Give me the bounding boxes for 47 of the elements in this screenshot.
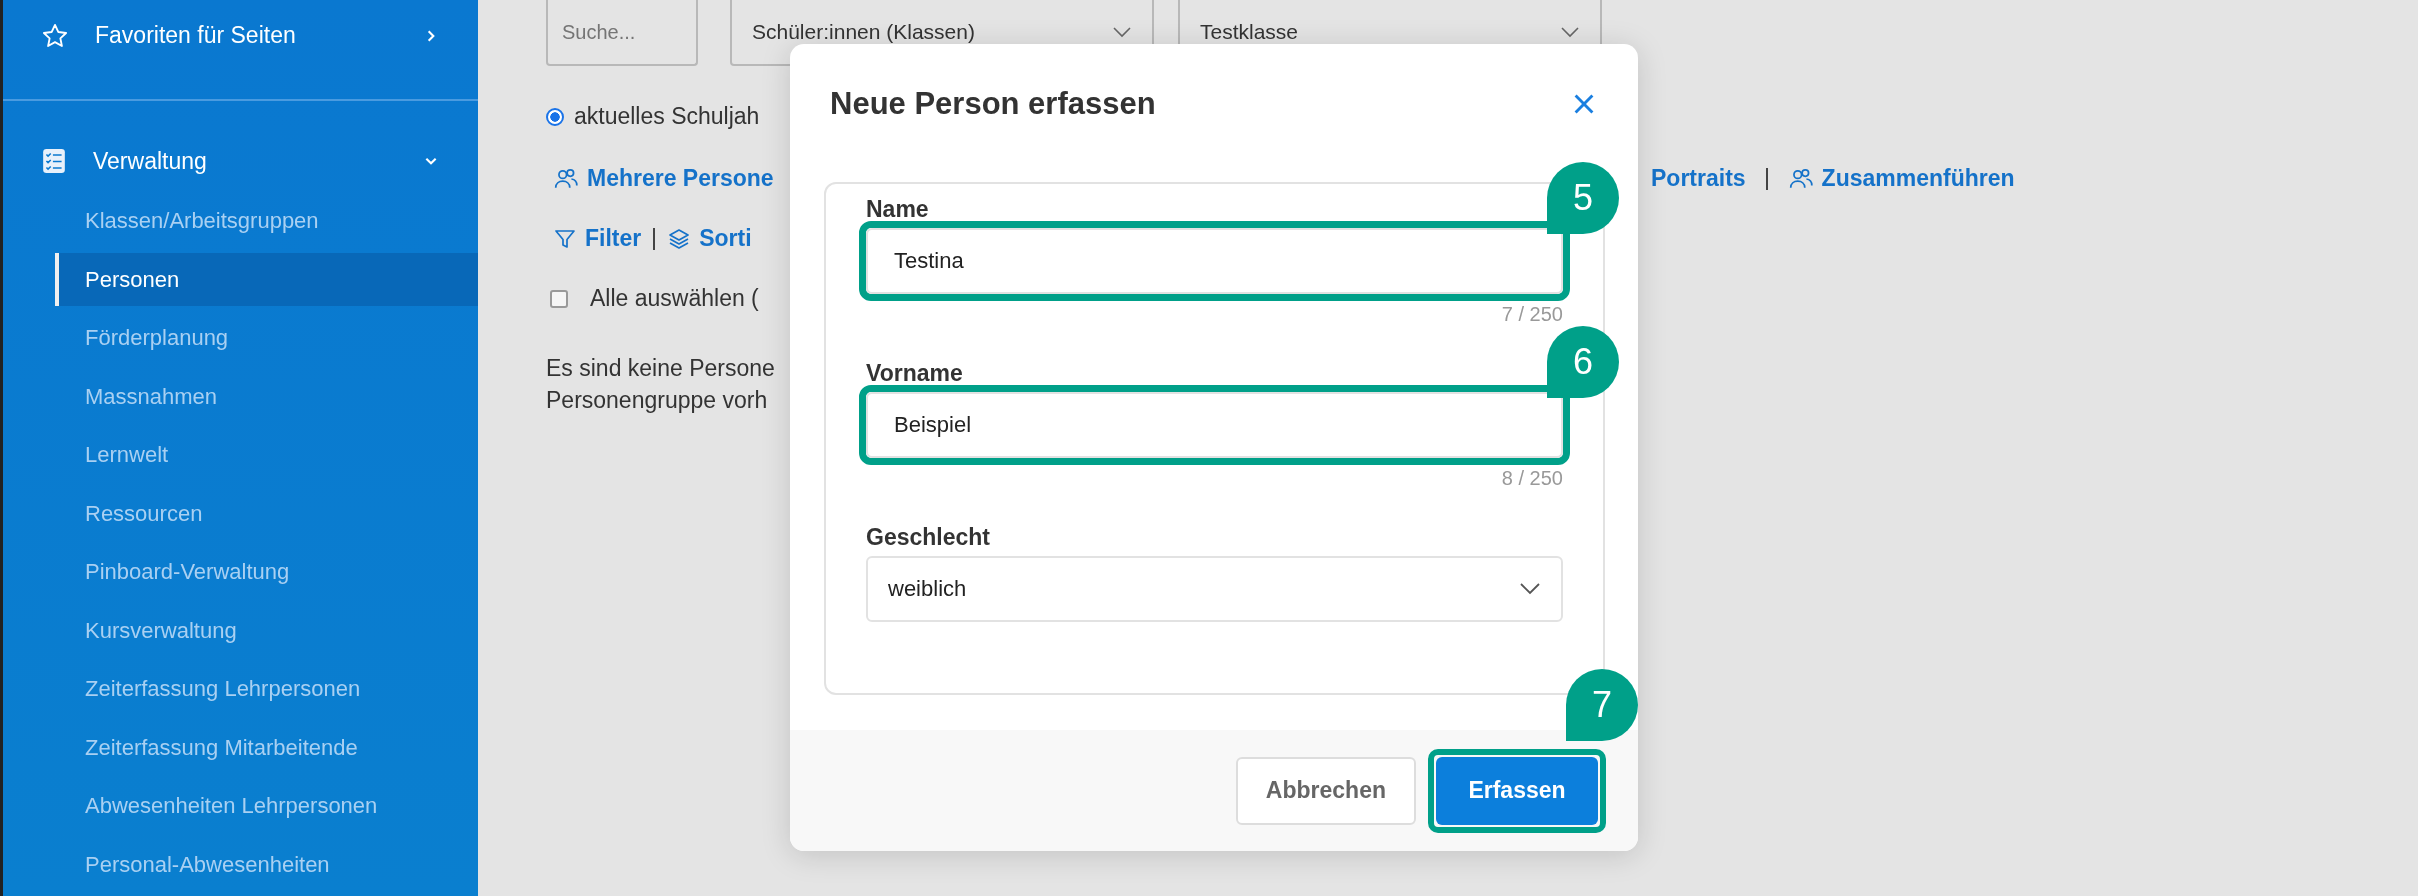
sidebar-group[interactable]: Verwaltung — [3, 136, 478, 186]
checkbox-label: Alle auswählen ( — [590, 285, 759, 312]
char-counter: 8 / 250 — [1501, 467, 1563, 490]
search-field[interactable]: Suche... — [546, 0, 698, 66]
sidebar-item[interactable]: Abwesenheiten Lehrpersonen — [55, 779, 478, 832]
layers-icon — [667, 226, 692, 251]
step-callout: 6 — [1547, 326, 1619, 398]
sidebar-item[interactable]: Pinboard-Verwaltung — [55, 545, 478, 598]
char-counter: 7 / 250 — [1501, 303, 1563, 326]
chevron-down-icon — [1112, 26, 1132, 38]
sidebar-group[interactable]: Favoriten für Seiten — [3, 11, 478, 61]
close-icon[interactable] — [1572, 92, 1596, 116]
input-field[interactable]: Beispiel — [866, 392, 1563, 458]
sidebar-item[interactable]: Massnahmen — [55, 369, 478, 423]
sidebar-item[interactable]: Zeiterfassung Mitarbeitende — [55, 720, 478, 774]
empty-message: Personengruppe vorh — [546, 386, 768, 415]
step-callout: 5 — [1547, 162, 1619, 234]
action-link[interactable]: Portraits — [1651, 165, 1746, 192]
field-label: Geschlecht — [866, 524, 991, 551]
radio-button[interactable] — [546, 107, 564, 126]
checklist-icon — [41, 147, 67, 176]
tool-link[interactable]: Sorti — [667, 225, 752, 252]
sidebar-item[interactable]: Kursverwaltung — [55, 603, 478, 657]
cancel-button[interactable]: Abbrechen — [1235, 756, 1416, 825]
sidebar-item[interactable]: Personal-Abwesenheiten — [55, 837, 478, 891]
sidebar-item[interactable]: Zeiterfassung Lehrpersonen — [55, 662, 478, 715]
action-link[interactable]: Mehrere Persone — [553, 165, 774, 192]
dropdown[interactable]: weiblich — [866, 556, 1563, 622]
sidebar-item[interactable]: Klassen/Arbeitsgruppen — [55, 194, 478, 247]
field-label: Vorname — [866, 360, 964, 387]
action-link[interactable]: Zusammenführen — [1787, 165, 2015, 192]
sidebar-item[interactable]: Ressourcen — [55, 486, 478, 540]
field-label: Name — [866, 196, 930, 223]
checkbox[interactable] — [550, 289, 568, 308]
tool-link[interactable]: Filter — [553, 225, 642, 252]
sidebar-item[interactable]: Lernwelt — [55, 428, 478, 481]
empty-message: Es sind keine Persone — [546, 354, 775, 383]
sidebar-item[interactable]: Personen — [55, 252, 478, 306]
sidebar-item[interactable]: Förderplanung — [55, 311, 478, 364]
star-icon — [41, 21, 69, 50]
input-field[interactable]: Testina — [866, 228, 1563, 294]
submit-button[interactable]: Erfassen — [1436, 756, 1598, 825]
chevron-down-icon — [1519, 582, 1541, 596]
step-callout: 7 — [1566, 668, 1638, 741]
dialog-title: Neue Person erfassen — [830, 86, 1156, 122]
chevron-down-icon — [1560, 26, 1580, 38]
radio-label: aktuelles Schuljah — [574, 103, 760, 130]
